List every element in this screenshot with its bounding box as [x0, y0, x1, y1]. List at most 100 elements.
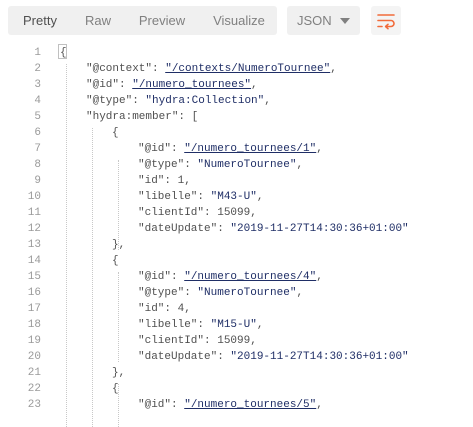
line-number: 17	[27, 303, 41, 315]
line-number: 8	[34, 159, 41, 171]
code-line: 23 "@id": "/numero_tournees/5",	[0, 397, 473, 413]
json-punctuation: :	[164, 175, 178, 187]
line-number: 6	[34, 127, 41, 139]
json-value: "hydra:Collection"	[145, 95, 265, 107]
json-punctuation: :	[171, 271, 185, 283]
wrap-lines-button[interactable]	[371, 6, 401, 35]
code-text: {	[60, 45, 67, 61]
chevron-down-icon	[340, 18, 350, 24]
code-text: "libelle": "M43-U",	[138, 189, 263, 205]
json-punctuation: {	[112, 127, 119, 139]
json-key: "libelle"	[138, 191, 198, 203]
json-value: 15099	[217, 207, 251, 219]
json-punctuation: },	[112, 367, 126, 379]
json-punctuation: :	[171, 143, 185, 155]
json-punctuation: :	[197, 319, 211, 331]
line-number: 9	[34, 175, 41, 187]
response-body[interactable]: 1{2 "@context": "/contexts/NumeroTournee"…	[0, 40, 473, 427]
line-number: 4	[34, 95, 41, 107]
json-key: "libelle"	[138, 319, 198, 331]
json-punctuation: :	[119, 79, 133, 91]
json-punctuation: :	[204, 335, 218, 347]
json-key: "dateUpdate"	[138, 351, 218, 363]
json-value: "M43-U"	[210, 191, 257, 203]
json-punctuation: ,	[250, 335, 257, 347]
json-punctuation: {	[60, 47, 67, 59]
line-number: 22	[27, 383, 41, 395]
view-mode-tabs: Pretty Raw Preview Visualize	[8, 6, 277, 35]
code-text: "@type": "hydra:Collection",	[86, 93, 271, 109]
json-value: "M15-U"	[210, 319, 257, 331]
code-text: "libelle": "M15-U",	[138, 317, 263, 333]
json-punctuation: :	[217, 223, 231, 235]
code-line: 8 "@type": "NumeroTournee",	[0, 157, 473, 173]
code-line: 15 "@id": "/numero_tournees/4",	[0, 269, 473, 285]
line-number: 13	[27, 239, 41, 251]
format-select-value: JSON	[297, 13, 332, 28]
json-key: "@type"	[138, 159, 185, 171]
line-number: 10	[27, 191, 41, 203]
code-line: 22 {	[0, 381, 473, 397]
line-number: 7	[34, 143, 41, 155]
code-text: "@type": "NumeroTournee",	[138, 157, 303, 173]
code-text: "@context": "/contexts/NumeroTournee",	[86, 61, 337, 77]
code-line: 2 "@context": "/contexts/NumeroTournee",	[0, 61, 473, 77]
line-number: 21	[27, 367, 41, 379]
json-punctuation: :	[152, 63, 166, 75]
code-text: "dateUpdate": "2019-11-27T14:30:36+01:00…	[138, 349, 409, 365]
code-line: 14 {	[0, 253, 473, 269]
line-number: 23	[27, 399, 41, 411]
code-text: {	[112, 253, 119, 269]
json-punctuation: },	[112, 239, 126, 251]
json-punctuation: {	[112, 255, 119, 267]
response-toolbar: Pretty Raw Preview Visualize JSON	[0, 0, 473, 40]
json-key: "hydra:member"	[86, 111, 179, 123]
json-value[interactable]: "/numero_tournees/5"	[184, 399, 316, 411]
line-number: 20	[27, 351, 41, 363]
code-text: "id": 1,	[138, 173, 191, 189]
tab-preview[interactable]: Preview	[130, 6, 194, 35]
code-text: "dateUpdate": "2019-11-27T14:30:36+01:00…	[138, 221, 409, 237]
code-text: },	[112, 237, 125, 253]
code-line: 5 "hydra:member": [	[0, 109, 473, 125]
line-number: 16	[27, 287, 41, 299]
line-number: 12	[27, 223, 41, 235]
code-text: "@id": "/numero_tournees/4",	[138, 269, 323, 285]
json-punctuation: ,	[316, 143, 323, 155]
json-key: "clientId"	[138, 335, 205, 347]
format-select[interactable]: JSON	[287, 6, 360, 35]
code-line: 21},	[0, 365, 473, 381]
json-value[interactable]: "/contexts/NumeroTournee"	[165, 63, 330, 75]
code-text: "@type": "NumeroTournee",	[138, 285, 303, 301]
tab-pretty[interactable]: Pretty	[14, 6, 66, 35]
tab-visualize[interactable]: Visualize	[204, 6, 274, 35]
json-punctuation: ,	[250, 207, 257, 219]
json-value: "2019-11-27T14:30:36+01:00"	[230, 351, 409, 363]
json-key: "id"	[138, 303, 165, 315]
json-value: "NumeroTournee"	[197, 159, 297, 171]
json-value[interactable]: "/numero_tournees"	[132, 79, 251, 91]
json-punctuation: ,	[330, 63, 337, 75]
code-text: "hydra:member": [	[86, 109, 198, 125]
json-value[interactable]: "/numero_tournees/1"	[184, 143, 316, 155]
json-punctuation: :	[184, 159, 198, 171]
json-value[interactable]: "/numero_tournees/4"	[184, 271, 316, 283]
json-punctuation: ,	[316, 399, 323, 411]
code-line: 17 "id": 4,	[0, 301, 473, 317]
tab-raw[interactable]: Raw	[76, 6, 120, 35]
wrap-lines-icon	[377, 14, 395, 30]
json-punctuation: :	[171, 399, 185, 411]
code-line: 7 "@id": "/numero_tournees/1",	[0, 141, 473, 157]
code-text: "@id": "/numero_tournees/1",	[138, 141, 323, 157]
code-line: 16 "@type": "NumeroTournee",	[0, 285, 473, 301]
json-value: "NumeroTournee"	[197, 287, 297, 299]
code-text: {	[112, 381, 119, 397]
json-value: "2019-11-27T14:30:36+01:00"	[230, 223, 409, 235]
code-line: 3 "@id": "/numero_tournees",	[0, 77, 473, 93]
json-key: "id"	[138, 175, 165, 187]
json-punctuation: ,	[316, 271, 323, 283]
json-punctuation: ,	[296, 159, 304, 171]
line-number: 18	[27, 319, 41, 331]
json-key: "@id"	[86, 79, 120, 91]
line-number: 14	[27, 255, 41, 267]
